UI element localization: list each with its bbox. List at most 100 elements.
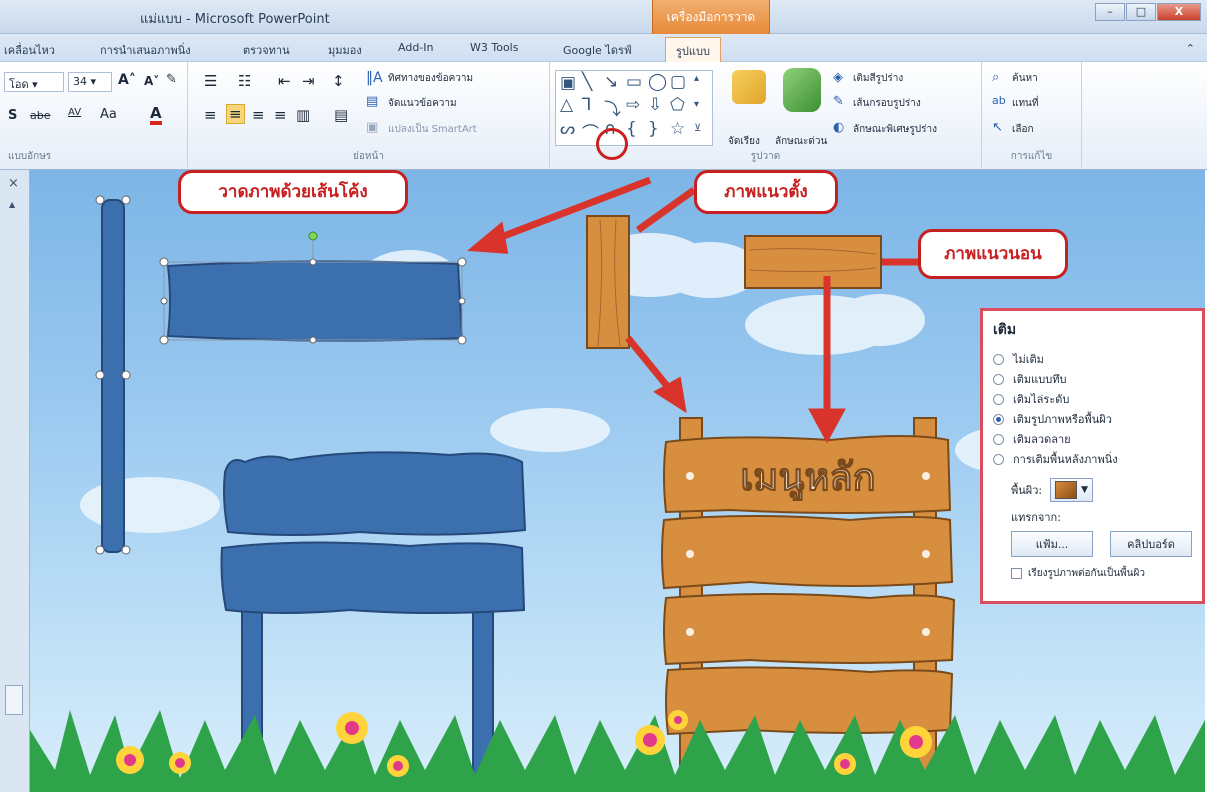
radio-no-fill[interactable] [993, 353, 1004, 365]
select-button[interactable]: เลือก [1012, 122, 1034, 137]
shape-outline-button[interactable]: เส้นกรอบรูปร่าง [853, 96, 921, 111]
shape-effects-icon[interactable]: ◐ [833, 120, 844, 135]
radio-pattern-fill[interactable] [993, 433, 1004, 445]
radio-background-fill[interactable] [993, 453, 1004, 465]
shape-effects-button[interactable]: ลักษณะพิเศษรูปร่าง [853, 122, 937, 137]
shape-outline-icon[interactable]: ✎ [833, 94, 844, 109]
tab-google-drive[interactable]: Google ไดรฟ์ [563, 41, 632, 59]
columns-icon[interactable]: ▥ [296, 106, 310, 124]
arrange-button[interactable]: จัดเรียง [728, 134, 760, 149]
oval-shape-icon[interactable]: ◯ [648, 72, 667, 92]
fill-option-pattern[interactable]: เติมลวดลาย [993, 429, 1192, 449]
font-name-combo[interactable]: โอด ▾ [4, 72, 64, 92]
fill-option-slide-background[interactable]: การเติมพื้นหลังภาพนิ่ง [993, 449, 1192, 469]
quick-styles-button[interactable]: ลักษณะด่วน [775, 134, 827, 149]
find-icon[interactable]: ⌕ [992, 70, 999, 85]
convert-smartart-button[interactable]: แปลงเป็น SmartArt [388, 122, 477, 137]
align-left-icon[interactable]: ≡ [204, 106, 217, 124]
selected-blue-plank[interactable] [159, 231, 467, 345]
left-brace-shape-icon[interactable]: { [626, 119, 637, 139]
maximize-button[interactable]: □ [1126, 3, 1156, 21]
gallery-scroll-down-icon[interactable]: ▾ [694, 99, 699, 110]
star-shape-icon[interactable]: ☆ [670, 119, 685, 139]
file-button[interactable]: แฟ้ม... [1011, 531, 1093, 557]
down-arrow-shape-icon[interactable]: ⇩ [648, 95, 662, 115]
slide-canvas[interactable]: เมนูหลัก วาดภาพด้วยเส้นโค้ง ภาพแนวตั้ง ภ… [30, 170, 1205, 792]
shadow-button[interactable]: S [8, 108, 17, 123]
text-direction-icon[interactable]: ‖A [366, 70, 383, 86]
arrow-line-shape-icon[interactable]: ↘ [604, 72, 618, 92]
radio-solid-fill[interactable] [993, 373, 1004, 385]
distributed-icon[interactable]: ▤ [334, 106, 348, 124]
shape-fill-button[interactable]: เติมสีรูปร่าง [853, 71, 903, 86]
blue-signpost[interactable] [220, 451, 527, 792]
fill-option-none[interactable]: ไม่เติม [993, 349, 1192, 369]
right-arrow-shape-icon[interactable]: ⇨ [626, 95, 640, 115]
fill-option-picture[interactable]: เติมรูปภาพหรือพื้นผิว [993, 409, 1192, 429]
align-center-icon[interactable]: ≡ [226, 104, 245, 124]
radio-picture-fill[interactable] [993, 413, 1004, 425]
strikethrough-button[interactable]: abe [30, 109, 51, 122]
replace-button[interactable]: แทนที่ [1012, 96, 1038, 111]
gallery-scroll-up-icon[interactable]: ▴ [694, 73, 699, 84]
font-color-button[interactable]: A [150, 105, 162, 125]
font-size-combo[interactable]: 34 ▾ [68, 72, 112, 92]
tile-checkbox[interactable] [1011, 567, 1022, 579]
decrease-indent-icon[interactable]: ⇤ [278, 72, 291, 90]
clear-format-icon[interactable]: ✎ [166, 72, 177, 87]
tab-animations[interactable]: เคลื่อนไหว [4, 41, 55, 59]
line-shape-icon[interactable]: ╲ [582, 72, 592, 92]
shapes-gallery[interactable]: ▣ ╲ ↘ ▭ ◯ ▢ △ ⅂ ⤵ ⇨ ⇩ ⬠ ᔕ ⌒ ∩ { } ☆ ▴ ▾ … [555, 70, 713, 146]
minimize-button[interactable]: – [1095, 3, 1125, 21]
find-button[interactable]: ค้นหา [1012, 71, 1038, 86]
rectangle-shape-icon[interactable]: ▭ [626, 72, 642, 92]
tab-review[interactable]: ตรวจทาน [243, 41, 290, 59]
elbow-connector-shape-icon[interactable]: ⅂ [582, 95, 591, 115]
wood-horizontal-plank[interactable] [744, 235, 882, 289]
justify-icon[interactable]: ≡ [274, 106, 287, 124]
wood-vertical-plank[interactable] [586, 215, 630, 349]
line-spacing-icon[interactable]: ↕ [332, 72, 345, 90]
close-button[interactable]: X [1157, 3, 1201, 21]
arrange-icon[interactable] [732, 70, 766, 104]
quick-styles-icon[interactable] [783, 68, 821, 112]
tab-format[interactable]: รูปแบบ [665, 37, 721, 62]
elbow-arrow-shape-icon[interactable]: ⤵ [604, 95, 621, 120]
text-direction-button[interactable]: ทิศทางของข้อความ [388, 71, 473, 86]
tab-add-in[interactable]: Add-In [398, 41, 433, 54]
triangle-shape-icon[interactable]: △ [560, 95, 573, 115]
grow-font-button[interactable]: A˄ [118, 72, 136, 88]
smartart-icon[interactable]: ▣ [366, 120, 378, 135]
numbering-icon[interactable]: ☷ [238, 72, 251, 90]
tab-w3-tools[interactable]: W3 Tools [470, 41, 518, 54]
close-pane-icon[interactable]: × [8, 176, 19, 191]
align-text-button[interactable]: จัดแนวข้อความ [388, 96, 457, 111]
shrink-font-button[interactable]: A˅ [144, 74, 159, 88]
text-box-shape-icon[interactable]: ▣ [560, 73, 576, 93]
right-brace-shape-icon[interactable]: } [648, 119, 659, 139]
tile-picture-row[interactable]: เรียงรูปภาพต่อกันเป็นพื้นผิว [993, 563, 1192, 583]
character-spacing-button[interactable]: AV [68, 107, 81, 118]
vertical-blue-plank[interactable] [95, 195, 131, 555]
pane-scrollbar-thumb[interactable] [5, 685, 23, 715]
fill-option-gradient[interactable]: เติมไล่ระดับ [993, 389, 1192, 409]
increase-indent-icon[interactable]: ⇥ [302, 72, 315, 90]
bullets-icon[interactable]: ☰ [204, 72, 217, 90]
shape-fill-icon[interactable]: ◈ [833, 70, 843, 85]
scroll-up-arrow-icon[interactable]: ▲ [9, 200, 15, 209]
pentagon-shape-icon[interactable]: ⬠ [670, 95, 685, 115]
texture-dropdown[interactable]: ▼ [1050, 478, 1094, 502]
select-icon[interactable]: ↖ [992, 120, 1003, 135]
rounded-rectangle-shape-icon[interactable]: ▢ [670, 72, 686, 92]
radio-gradient-fill[interactable] [993, 393, 1004, 405]
fill-option-solid[interactable]: เติมแบบทึบ [993, 369, 1192, 389]
tab-slide-show[interactable]: การนำเสนอภาพนิ่ง [100, 41, 191, 59]
ribbon-minimize-icon[interactable]: ⌃ [1186, 42, 1195, 55]
gallery-more-icon[interactable]: ⊻ [694, 123, 701, 134]
align-text-icon[interactable]: ▤ [366, 94, 378, 109]
freeform-shape-icon[interactable]: ᔕ [560, 119, 575, 139]
change-case-button[interactable]: Aa [100, 107, 117, 122]
replace-icon[interactable]: ab [992, 94, 1006, 107]
align-right-icon[interactable]: ≡ [252, 106, 265, 124]
clipboard-button[interactable]: คลิปบอร์ด [1110, 531, 1192, 557]
